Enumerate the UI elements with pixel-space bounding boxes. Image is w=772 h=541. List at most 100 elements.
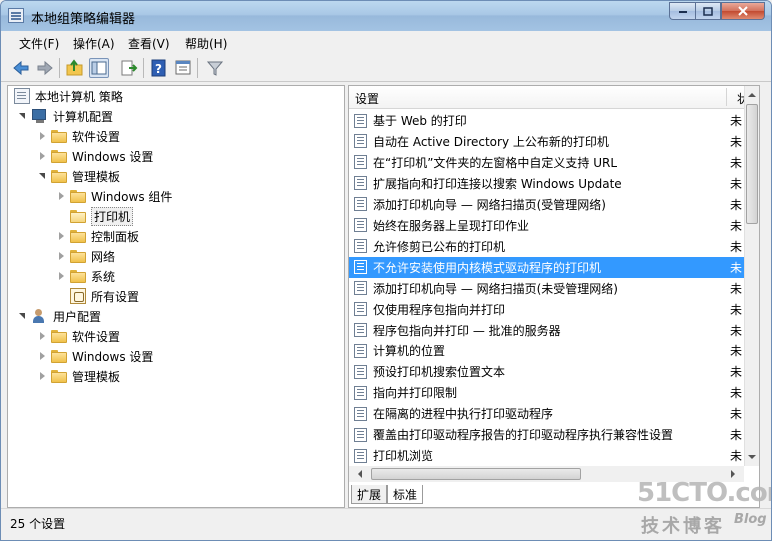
show-hide-console-tree-button[interactable] <box>89 58 109 78</box>
tree-label: Windows 设置 <box>72 349 154 364</box>
export-list-button[interactable] <box>119 58 139 78</box>
tab-standard[interactable]: 标准 <box>387 485 423 504</box>
policy-row[interactable]: 预设打印机搜索位置文本 未 <box>349 361 744 382</box>
main-window: 本地组策略编辑器 文件(F) 操作(A) 查看(V) 帮助(H) ? 本地计算机… <box>0 0 772 541</box>
collapsed-arrow-icon[interactable] <box>57 226 67 246</box>
policy-row[interactable]: 覆盖由打印驱动程序报告的打印驱动程序执行兼容性设置 未 <box>349 424 744 445</box>
folder-icon <box>70 189 86 203</box>
menu-view[interactable]: 查看(V) <box>128 35 170 52</box>
properties-button[interactable] <box>173 58 193 78</box>
policy-name: 仅使用程序包指向并打印 <box>373 302 506 317</box>
list-header: 设置 状 <box>349 86 759 109</box>
tree-node-printers[interactable]: 打印机 <box>57 206 134 226</box>
expanded-arrow-icon[interactable] <box>18 106 28 126</box>
tree-node-cc-admin-templates[interactable]: 管理模板 <box>38 166 120 186</box>
help-button[interactable]: ? <box>149 58 169 78</box>
vertical-scrollbar[interactable] <box>744 86 759 466</box>
back-button[interactable] <box>11 58 31 78</box>
status-count: 25 个设置 <box>10 517 66 531</box>
collapsed-arrow-icon[interactable] <box>38 346 48 366</box>
policy-state: 未 <box>730 365 743 380</box>
policy-row[interactable]: 指向并打印限制 未 <box>349 382 744 403</box>
policy-row[interactable]: 在隔离的进程中执行打印驱动程序 未 <box>349 403 744 424</box>
policy-setting-icon <box>354 385 367 400</box>
tree-node-user-config[interactable]: 用户配置 <box>18 306 101 326</box>
policy-row[interactable]: 添加打印机向导 — 网络扫描页(未受管理网络) 未 <box>349 278 744 299</box>
forward-button[interactable] <box>35 58 55 78</box>
tree-node-cc-windows-settings[interactable]: Windows 设置 <box>38 146 153 166</box>
tree-node-local-computer-policy[interactable]: 本地计算机 策略 <box>14 86 123 106</box>
settings-list-pane: 设置 状 基于 Web 的打印未自动在 Active Directory 上公布… <box>348 85 760 508</box>
vertical-scroll-thumb[interactable] <box>746 104 758 224</box>
policy-row[interactable]: 仅使用程序包指向并打印 未 <box>349 299 744 320</box>
toolbar-separator <box>197 58 198 78</box>
tree-node-control-panel[interactable]: 控制面板 <box>57 226 139 246</box>
collapsed-arrow-icon[interactable] <box>38 366 48 386</box>
close-button[interactable] <box>721 2 765 20</box>
tree-node-uc-windows-settings[interactable]: Windows 设置 <box>38 346 153 366</box>
tree-node-windows-components[interactable]: Windows 组件 <box>57 186 172 206</box>
tree-label: 网络 <box>91 249 116 264</box>
policy-row[interactable]: 添加打印机向导 — 网络扫描页(受管理网络) 未 <box>349 194 744 215</box>
filter-button[interactable] <box>205 58 225 78</box>
menu-help[interactable]: 帮助(H) <box>185 35 227 52</box>
tree-node-uc-software-settings[interactable]: 软件设置 <box>38 326 120 346</box>
tree-label-selected: 打印机 <box>91 206 134 226</box>
expanded-arrow-icon[interactable] <box>18 306 28 326</box>
folder-icon <box>51 329 67 343</box>
tree-node-system[interactable]: 系统 <box>57 266 115 286</box>
tree-label: Windows 设置 <box>72 149 154 164</box>
policy-name: 指向并打印限制 <box>373 386 458 401</box>
tab-extended[interactable]: 扩展 <box>351 485 387 504</box>
policy-setting-icon <box>354 155 367 170</box>
tree-node-all-settings[interactable]: 所有设置 <box>57 286 139 306</box>
properties-icon <box>175 60 191 75</box>
policy-row[interactable]: 自动在 Active Directory 上公布新的打印机 未 <box>349 131 744 152</box>
title-bar[interactable]: 本地组策略编辑器 <box>1 1 771 31</box>
scroll-down-arrow-icon[interactable] <box>745 450 759 464</box>
policy-state: 未 <box>730 281 743 296</box>
policy-row[interactable]: 允许修剪已公布的打印机 未 <box>349 236 744 257</box>
toolbar-separator <box>143 58 144 78</box>
policy-setting-icon <box>354 427 367 442</box>
tree-node-uc-admin-templates[interactable]: 管理模板 <box>38 366 120 386</box>
policy-row[interactable]: 计算机的位置 未 <box>349 340 744 361</box>
policy-state: 未 <box>730 428 743 443</box>
menu-action[interactable]: 操作(A) <box>73 35 115 52</box>
column-header-setting[interactable]: 设置 <box>355 90 379 107</box>
up-folder-icon <box>66 59 83 76</box>
scroll-up-arrow-icon[interactable] <box>745 88 759 102</box>
gpedit-app-icon <box>8 8 24 23</box>
collapsed-arrow-icon[interactable] <box>57 246 67 266</box>
scroll-left-arrow-icon[interactable] <box>353 467 367 481</box>
policy-row-selected[interactable]: 不允许安装使用内核模式驱动程序的打印机 未 <box>349 256 744 278</box>
collapsed-arrow-icon[interactable] <box>38 146 48 166</box>
tree-node-computer-config[interactable]: 计算机配置 <box>18 106 113 126</box>
tree-node-cc-software-settings[interactable]: 软件设置 <box>38 126 120 146</box>
window-title: 本地组策略编辑器 <box>31 12 136 27</box>
policy-row[interactable]: 扩展指向和打印连接以搜索 Windows Update 未 <box>349 173 744 194</box>
up-one-level-button[interactable] <box>65 58 85 78</box>
minimize-button[interactable] <box>669 2 695 20</box>
tree-node-network[interactable]: 网络 <box>57 246 115 266</box>
computer-icon <box>31 108 49 124</box>
policy-row[interactable]: 始终在服务器上呈现打印作业 未 <box>349 215 744 236</box>
policy-row[interactable]: 打印机浏览 未 <box>349 445 744 466</box>
collapsed-arrow-icon[interactable] <box>57 266 67 286</box>
maximize-button[interactable] <box>695 2 721 20</box>
expanded-arrow-icon[interactable] <box>38 166 48 186</box>
menu-file[interactable]: 文件(F) <box>19 35 59 52</box>
policy-row[interactable]: 在“打印机”文件夹的左窗格中自定义支持 URL 未 <box>349 152 744 173</box>
folder-icon <box>51 149 67 163</box>
collapsed-arrow-icon[interactable] <box>57 186 67 206</box>
tree-label: Windows 组件 <box>91 189 173 204</box>
horizontal-scroll-thumb[interactable] <box>371 468 581 480</box>
tree-label: 管理模板 <box>72 369 121 384</box>
collapsed-arrow-icon[interactable] <box>38 326 48 346</box>
column-divider[interactable] <box>726 88 727 106</box>
collapsed-arrow-icon[interactable] <box>38 126 48 146</box>
policy-state: 未 <box>730 407 743 422</box>
policy-row[interactable]: 程序包指向并打印 — 批准的服务器 未 <box>349 320 744 341</box>
policy-row[interactable]: 基于 Web 的打印 未 <box>349 110 744 131</box>
back-icon <box>13 60 29 76</box>
